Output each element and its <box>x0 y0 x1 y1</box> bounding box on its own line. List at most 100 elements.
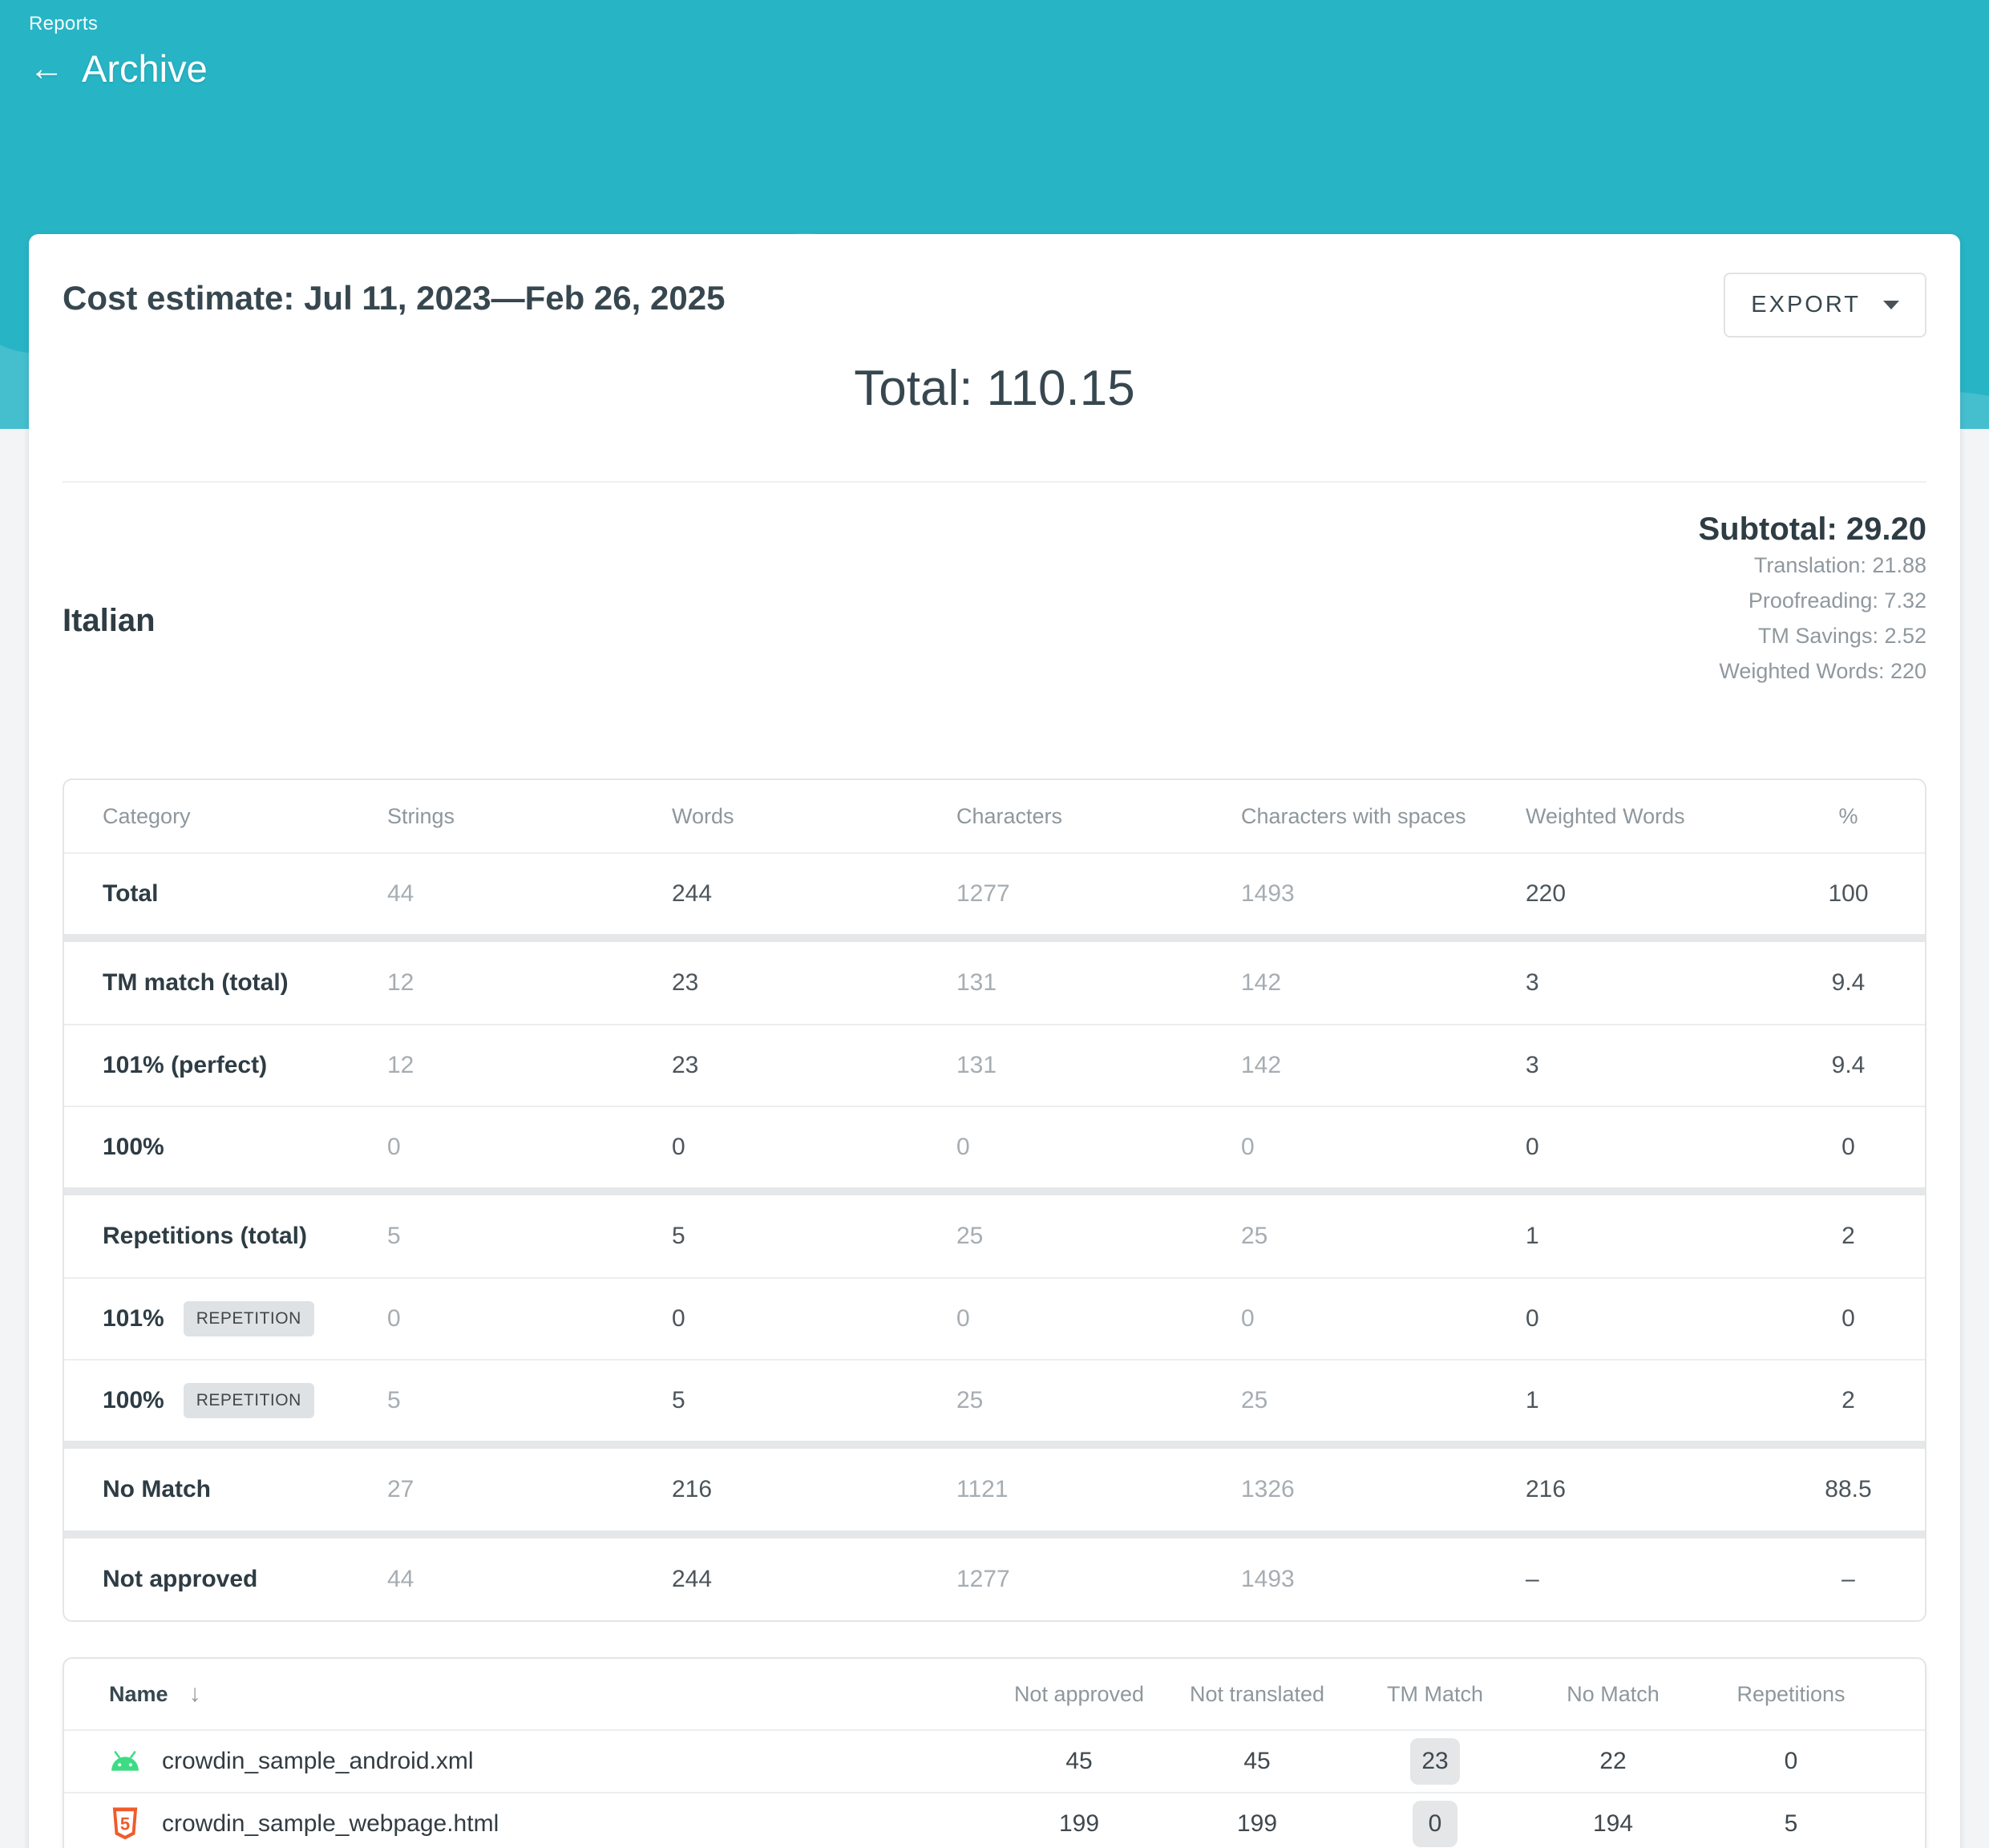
page-title: Archive <box>82 47 208 91</box>
group-separator <box>64 1187 1925 1195</box>
cost-table-header: Category Strings Words Characters Charac… <box>64 780 1925 852</box>
subtotal-translation: Translation: 21.88 <box>1698 548 1926 583</box>
category-label: 101% (perfect) <box>103 1052 267 1079</box>
breadcrumb-reports[interactable]: Reports <box>29 13 98 35</box>
not-approved-value: 45 <box>990 1748 1168 1775</box>
characters-with-spaces-value: 1493 <box>1241 1566 1526 1593</box>
export-button[interactable]: EXPORT <box>1724 273 1926 338</box>
col-no-match: No Match <box>1524 1682 1702 1707</box>
weighted-words-value: – <box>1526 1566 1810 1593</box>
words-value: 0 <box>672 1134 956 1161</box>
file-name: crowdin_sample_android.xml <box>162 1748 474 1775</box>
subtotal-proofreading: Proofreading: 7.32 <box>1698 583 1926 618</box>
characters-value: 25 <box>956 1223 1241 1250</box>
weighted-words-value: 1 <box>1526 1387 1810 1414</box>
no-match-value: 22 <box>1524 1748 1702 1775</box>
percent-value: 0 <box>1810 1305 1886 1332</box>
file-link[interactable]: crowdin_sample_android.xml <box>109 1744 990 1779</box>
category-label: 101% <box>103 1305 164 1332</box>
file-table: Name ↓ Not approved Not translated TM Ma… <box>63 1657 1926 1848</box>
words-value: 23 <box>672 969 956 997</box>
category-label: No Match <box>103 1476 211 1503</box>
characters-with-spaces-value: 0 <box>1241 1305 1526 1332</box>
col-strings: Strings <box>387 804 672 829</box>
percent-value: 2 <box>1810 1387 1886 1414</box>
characters-with-spaces-value: 0 <box>1241 1134 1526 1161</box>
characters-with-spaces-value: 142 <box>1241 1052 1526 1079</box>
words-value: 244 <box>672 880 956 908</box>
report-title: Cost estimate: Jul 11, 2023—Feb 26, 2025 <box>63 273 725 317</box>
characters-value: 25 <box>956 1387 1241 1414</box>
col-characters-with-spaces: Characters with spaces <box>1241 804 1526 829</box>
group-separator <box>64 1441 1925 1449</box>
not-approved-value: 199 <box>990 1810 1168 1838</box>
strings-value: 12 <box>387 1052 672 1079</box>
percent-value: 100 <box>1810 880 1886 908</box>
file-row: 5 crowdin_sample_webpage.html 199 199 0 … <box>64 1792 1925 1848</box>
characters-value: 1277 <box>956 1566 1241 1593</box>
file-link[interactable]: 5 crowdin_sample_webpage.html <box>109 1806 990 1842</box>
strings-value: 5 <box>387 1223 672 1250</box>
col-not-approved: Not approved <box>990 1682 1168 1707</box>
words-value: 5 <box>672 1223 956 1250</box>
percent-value: 2 <box>1810 1223 1886 1250</box>
cost-table: Category Strings Words Characters Charac… <box>63 778 1926 1622</box>
report-card: Cost estimate: Jul 11, 2023—Feb 26, 2025… <box>29 234 1960 1848</box>
repetition-badge: REPETITION <box>184 1383 314 1418</box>
col-name: Name <box>109 1682 168 1707</box>
file-name: crowdin_sample_webpage.html <box>162 1810 499 1838</box>
strings-value: 44 <box>387 1566 672 1593</box>
back-arrow-icon[interactable]: ← <box>29 51 64 87</box>
table-row: 100% REPETITION 5 5 25 25 1 2 <box>64 1359 1925 1441</box>
repetition-badge: REPETITION <box>184 1301 314 1336</box>
file-table-body: crowdin_sample_android.xml 45 45 23 22 0… <box>64 1729 1925 1848</box>
table-row: No Match 27 216 1121 1326 216 88.5 <box>64 1449 1925 1531</box>
characters-with-spaces-value: 25 <box>1241 1223 1526 1250</box>
strings-value: 5 <box>387 1387 672 1414</box>
col-words: Words <box>672 804 956 829</box>
percent-value: – <box>1810 1566 1886 1593</box>
characters-value: 0 <box>956 1305 1241 1332</box>
characters-value: 131 <box>956 969 1241 997</box>
percent-value: 0 <box>1810 1134 1886 1161</box>
category-label: Total <box>103 880 158 908</box>
category-label: 100% <box>103 1387 164 1414</box>
strings-value: 44 <box>387 880 672 908</box>
group-separator <box>64 934 1925 942</box>
sort-descending-icon[interactable]: ↓ <box>189 1680 201 1708</box>
percent-value: 9.4 <box>1810 1052 1886 1079</box>
characters-value: 1277 <box>956 880 1241 908</box>
weighted-words-value: 0 <box>1526 1134 1810 1161</box>
table-row: 100% 0 0 0 0 0 0 <box>64 1106 1925 1187</box>
table-row: TM match (total) 12 23 131 142 3 9.4 <box>64 942 1925 1024</box>
strings-value: 12 <box>387 969 672 997</box>
html5-icon: 5 <box>109 1806 141 1842</box>
strings-value: 27 <box>387 1476 672 1503</box>
category-label: 100% <box>103 1134 164 1161</box>
col-weighted-words: Weighted Words <box>1526 804 1810 829</box>
category-label: Repetitions (total) <box>103 1223 307 1250</box>
table-row: Total 44 244 1277 1493 220 100 <box>64 852 1925 934</box>
strings-value: 0 <box>387 1134 672 1161</box>
repetitions-value: 5 <box>1702 1810 1880 1838</box>
words-value: 5 <box>672 1387 956 1414</box>
table-row: Not approved 44 244 1277 1493 – – <box>64 1539 1925 1620</box>
android-icon <box>109 1744 141 1779</box>
svg-text:5: 5 <box>120 1814 130 1834</box>
category-label: TM match (total) <box>103 969 289 997</box>
table-row: 101% (perfect) 12 23 131 142 3 9.4 <box>64 1024 1925 1106</box>
subtotal-value: Subtotal: 29.20 <box>1698 512 1926 548</box>
subtotal-tm-savings: TM Savings: 2.52 <box>1698 618 1926 653</box>
tm-match-value: 23 <box>1346 1738 1524 1785</box>
characters-value: 0 <box>956 1134 1241 1161</box>
characters-value: 1121 <box>956 1476 1241 1503</box>
not-translated-value: 45 <box>1168 1748 1346 1775</box>
weighted-words-value: 1 <box>1526 1223 1810 1250</box>
weighted-words-value: 220 <box>1526 880 1810 908</box>
weighted-words-value: 3 <box>1526 969 1810 997</box>
characters-with-spaces-value: 1493 <box>1241 880 1526 908</box>
characters-with-spaces-value: 142 <box>1241 969 1526 997</box>
characters-value: 131 <box>956 1052 1241 1079</box>
percent-value: 88.5 <box>1810 1476 1886 1503</box>
characters-with-spaces-value: 1326 <box>1241 1476 1526 1503</box>
